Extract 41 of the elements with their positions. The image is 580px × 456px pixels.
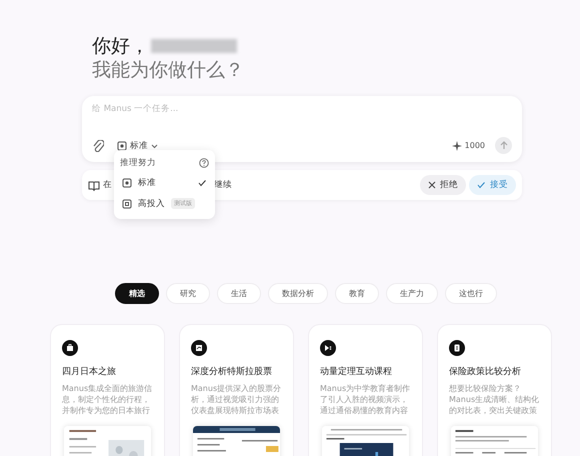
card-icon xyxy=(449,340,465,356)
banner-text: 在 xyxy=(103,179,112,191)
sparkle-icon xyxy=(452,140,462,150)
category-tab[interactable]: 数据分析 xyxy=(268,283,328,304)
chip-icon xyxy=(117,140,127,150)
greeting-text: 你好， xyxy=(92,34,149,58)
check-icon xyxy=(477,181,486,189)
card-description: Manus提供深入的股票分析，通过视觉吸引力强的仪表盘展现特斯拉市场表 xyxy=(191,383,282,417)
card-description: 想要比较保险方案？Manus生成清晰、结构化的对比表，突出关键政策 xyxy=(449,383,540,417)
category-tab[interactable]: 研究 xyxy=(166,283,210,304)
task-input[interactable]: 给 Manus 一个任务... xyxy=(92,104,392,114)
card-title: 动量定理互动课程 xyxy=(320,366,393,378)
card-icon xyxy=(320,340,336,356)
menu-title: 推理努力 xyxy=(120,157,156,169)
card-title: 保险政策比较分析 xyxy=(449,366,522,378)
card-description: Manus为中学教育者制作了引人入胜的视频演示，通过通俗易懂的教育内容 xyxy=(320,383,411,417)
paperclip-icon xyxy=(92,140,104,152)
category-tab[interactable]: 教育 xyxy=(335,283,379,304)
caret-icon xyxy=(151,142,158,148)
credit-count: 1000 xyxy=(464,141,485,150)
check-icon xyxy=(198,178,207,186)
greeting-question: 我能为你做什么？ xyxy=(92,58,245,82)
close-icon xyxy=(428,181,436,189)
card-description: Manus集成全面的旅游信息，制定个性化的行程，并制作专为您的日本旅行 xyxy=(62,383,153,417)
category-tab[interactable]: 这也行 xyxy=(445,283,497,304)
card-icon xyxy=(62,340,78,356)
card-title: 四月日本之旅 xyxy=(62,366,117,378)
book-icon xyxy=(88,180,100,190)
card-title: 深度分析特斯拉股票 xyxy=(191,366,273,378)
reject-button[interactable]: 拒绝 xyxy=(420,175,466,195)
send-button[interactable] xyxy=(495,137,512,154)
help-icon xyxy=(199,158,209,168)
mode-selector[interactable]: 标准 xyxy=(114,138,161,154)
accept-button[interactable]: 接受 xyxy=(469,175,516,195)
chip-icon xyxy=(122,178,132,188)
arrow-up-icon xyxy=(500,141,508,150)
category-tab[interactable]: 精选 xyxy=(115,283,159,304)
card-icon xyxy=(191,340,207,356)
category-tab[interactable]: 生产力 xyxy=(386,283,438,304)
category-tab[interactable]: 生活 xyxy=(217,283,261,304)
chip-icon xyxy=(122,198,132,208)
